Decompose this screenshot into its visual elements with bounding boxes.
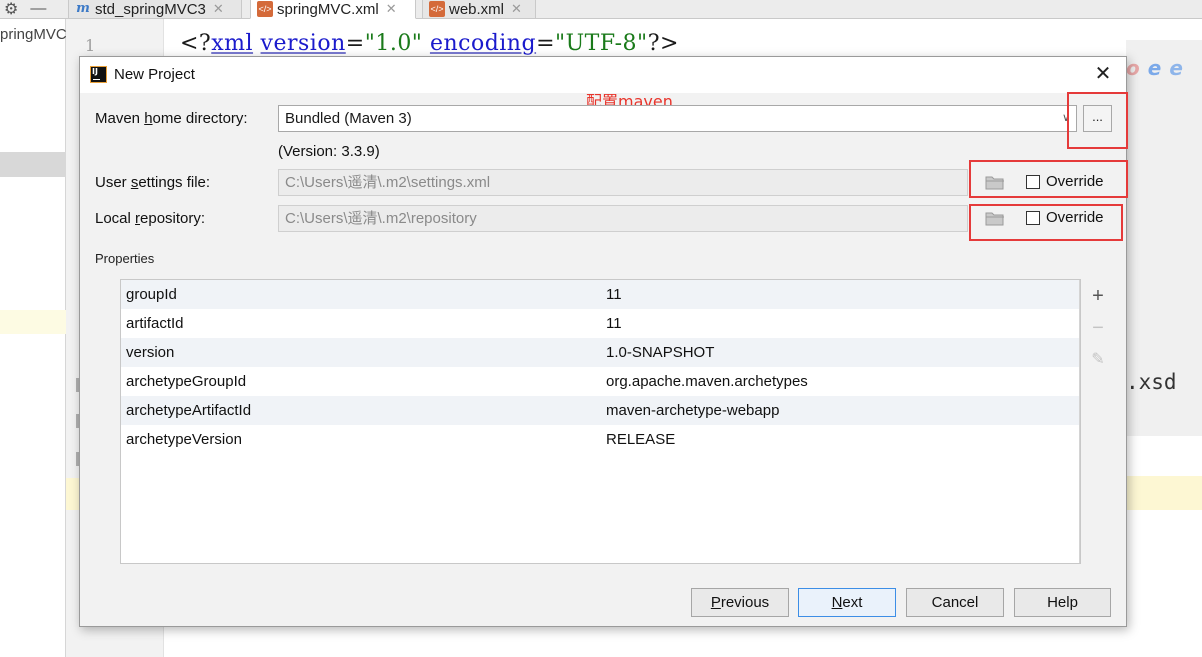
tab-label: web.xml [449, 0, 505, 18]
properties-label: Properties [95, 251, 155, 266]
new-project-dialog: IJ New Project ✕ 配置maven Maven home dire… [79, 56, 1128, 627]
intellij-icon: IJ [90, 66, 107, 83]
property-value[interactable]: RELEASE [606, 431, 675, 448]
user-settings-label: User settings file: [95, 174, 211, 191]
annotation-box [969, 204, 1123, 241]
tab-std-springmvc3[interactable]: m std_springMVC3 ✕ [68, 0, 242, 19]
xml-declaration-line[interactable]: <?xml version="1.0" encoding="UTF-8"?> [180, 31, 679, 56]
property-value[interactable]: org.apache.maven.archetypes [606, 373, 808, 390]
property-value[interactable]: 1.0-SNAPSHOT [606, 344, 714, 361]
project-highlight-row [0, 310, 66, 334]
edit-icon[interactable]: ✎ [1088, 350, 1108, 370]
user-settings-field[interactable]: C:\Users\遥清\.m2\settings.xml [278, 169, 968, 196]
ie-icon[interactable]: e [1148, 56, 1162, 80]
xml-file-icon: </> [429, 1, 445, 17]
xml-file-icon: </> [257, 1, 273, 17]
dialog-title: New Project [114, 66, 195, 83]
maven-home-label: Maven home directory: [95, 110, 248, 127]
properties-table: groupId 11 artifactId 11 version 1.0-SNA… [120, 279, 1081, 564]
annotation-box [1067, 92, 1128, 149]
previous-button[interactable]: Previous [691, 588, 789, 617]
project-selected-row [0, 152, 66, 177]
table-row[interactable]: archetypeArtifactId maven-archetype-weba… [121, 396, 1080, 425]
help-button[interactable]: Help [1014, 588, 1111, 617]
tab-springmvc-xml[interactable]: </> springMVC.xml ✕ [250, 0, 416, 19]
close-icon[interactable]: ✕ [511, 1, 522, 17]
close-icon[interactable]: ✕ [213, 1, 224, 17]
table-row[interactable]: archetypeVersion RELEASE [121, 425, 1080, 454]
code-fragment: .xsd [1126, 370, 1177, 394]
add-icon[interactable]: + [1088, 286, 1108, 306]
cancel-button[interactable]: Cancel [906, 588, 1004, 617]
annotation-box [969, 160, 1128, 198]
table-row[interactable]: groupId 11 [121, 280, 1080, 309]
browser-icons: o e e [1126, 56, 1183, 80]
local-repo-label: Local repository: [95, 210, 206, 227]
property-key: archetypeGroupId [126, 373, 247, 390]
property-key: version [126, 344, 175, 361]
property-key: groupId [126, 286, 177, 303]
editor-tab-bar: ⚙ — m std_springMVC3 ✕ </> springMVC.xml… [0, 0, 1202, 19]
minimize-icon[interactable]: — [30, 0, 46, 18]
tab-label: springMVC.xml [277, 0, 379, 18]
maven-home-value: Bundled (Maven 3) [285, 110, 412, 127]
editor-highlight-line [1126, 476, 1202, 510]
table-row[interactable]: archetypeGroupId org.apache.maven.archet… [121, 367, 1080, 396]
local-repo-field[interactable]: C:\Users\遥清\.m2\repository [278, 205, 968, 232]
close-icon[interactable]: ✕ [1092, 63, 1114, 85]
property-key: artifactId [126, 315, 184, 332]
table-divider [1079, 280, 1080, 563]
gear-icon[interactable]: ⚙ [4, 0, 18, 19]
maven-home-combo[interactable]: Bundled (Maven 3) ∨ [278, 105, 1077, 132]
next-button[interactable]: Next [798, 588, 896, 617]
property-value[interactable]: 11 [606, 315, 622, 332]
maven-version-text: (Version: 3.3.9) [278, 143, 380, 160]
property-key: archetypeVersion [126, 431, 242, 448]
property-key: archetypeArtifactId [126, 402, 252, 419]
property-value[interactable]: maven-archetype-webapp [606, 402, 779, 419]
remove-icon[interactable]: − [1088, 318, 1108, 338]
gutter-highlight [66, 478, 79, 510]
property-value[interactable]: 11 [606, 286, 622, 303]
tab-label: std_springMVC3 [95, 0, 206, 18]
table-row[interactable]: version 1.0-SNAPSHOT [121, 338, 1080, 367]
project-panel: pringMVC [0, 19, 67, 657]
edge-icon[interactable]: e [1169, 56, 1183, 80]
tool-icons: ⚙ — [4, 0, 46, 18]
tab-web-xml[interactable]: </> web.xml ✕ [422, 0, 536, 19]
line-number: 1 [85, 36, 96, 55]
close-icon[interactable]: ✕ [386, 1, 397, 17]
project-tree-label[interactable]: pringMVC [0, 26, 67, 43]
maven-icon: m [76, 1, 90, 16]
table-row[interactable]: artifactId 11 [121, 309, 1080, 338]
opera-icon[interactable]: o [1126, 56, 1140, 80]
